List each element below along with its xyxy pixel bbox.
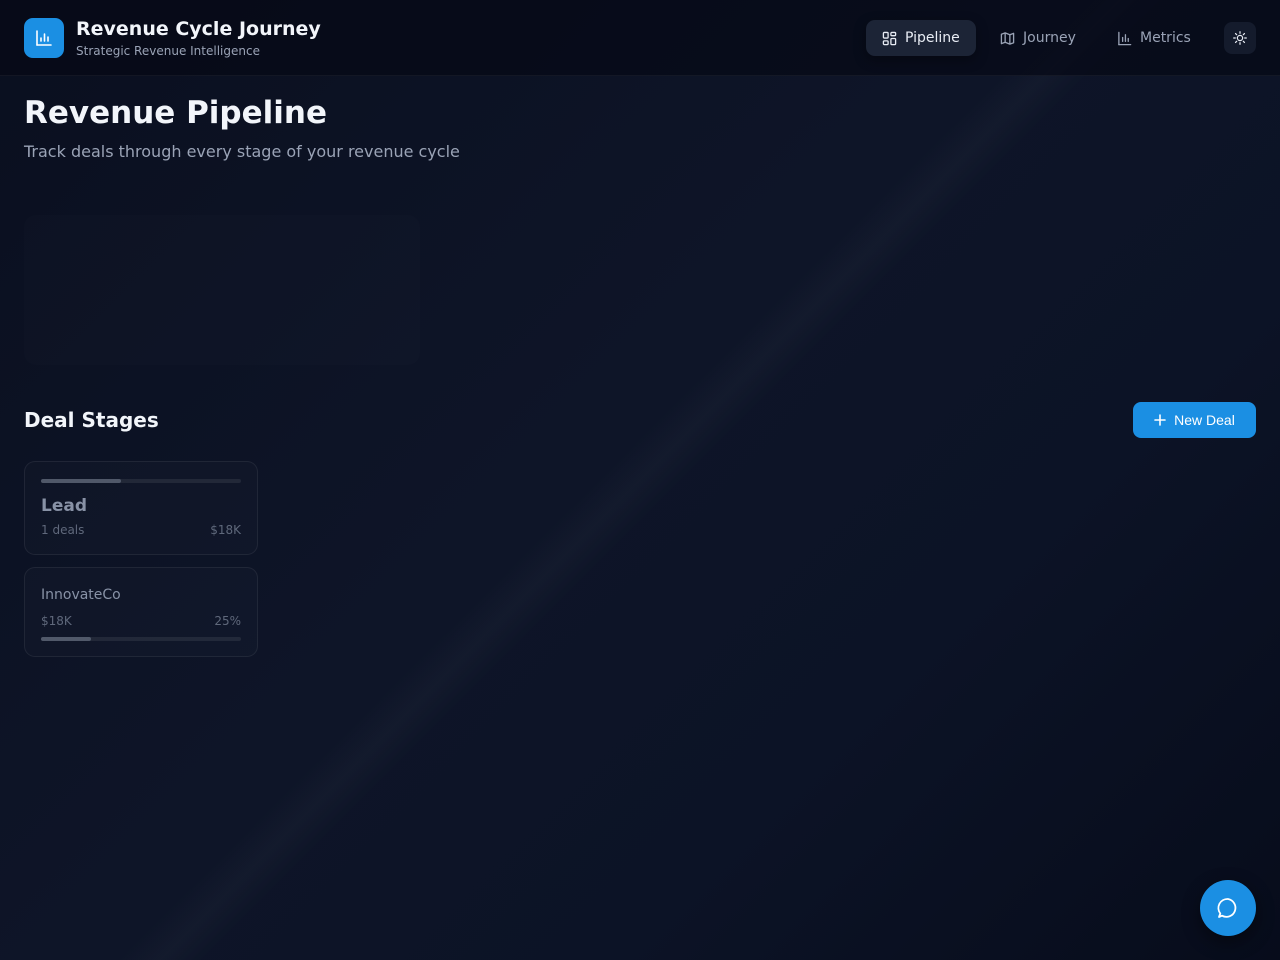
deal-progress-fill [41, 637, 91, 641]
stage-card-lead[interactable]: Lead 1 deals $18K [24, 461, 258, 555]
nav-metrics-label: Metrics [1140, 30, 1191, 46]
page-subtitle: Track deals through every stage of your … [24, 142, 460, 161]
bar-chart-icon [36, 30, 52, 46]
nav-journey[interactable]: Journey [984, 20, 1092, 56]
grid-icon [882, 31, 897, 45]
nav-metrics[interactable]: Metrics [1101, 20, 1207, 56]
nav-journey-label: Journey [1023, 30, 1076, 46]
stage-progress-bar [41, 479, 241, 483]
plus-icon [1154, 414, 1166, 426]
nav-pipeline[interactable]: Pipeline [866, 20, 976, 56]
stage-deal-count: 1 deals [41, 523, 85, 537]
app-subtitle: Strategic Revenue Intelligence [76, 44, 260, 58]
app-logo [24, 18, 64, 58]
chat-bubble-icon [1217, 898, 1237, 918]
map-icon [1000, 31, 1015, 45]
deal-name: InnovateCo [41, 587, 121, 603]
deal-stages-title: Deal Stages [24, 408, 159, 432]
nav-pipeline-label: Pipeline [905, 30, 960, 46]
stage-progress-fill [41, 479, 121, 483]
deal-value: $18K [41, 614, 72, 628]
deal-probability: 25% [214, 614, 241, 628]
deal-card-innovateco[interactable]: InnovateCo $18K 25% [24, 567, 258, 657]
chat-button[interactable] [1200, 880, 1256, 936]
bar-chart-icon [1118, 31, 1132, 45]
deal-progress-bar [41, 637, 241, 641]
app-title: Revenue Cycle Journey [76, 18, 321, 40]
new-deal-label: New Deal [1174, 412, 1235, 428]
new-deal-button[interactable]: New Deal [1133, 402, 1256, 438]
sun-icon [1233, 31, 1247, 45]
stage-name: Lead [41, 496, 88, 516]
page-title: Revenue Pipeline [24, 95, 327, 131]
stage-value: $18K [210, 523, 241, 537]
top-header: Revenue Cycle Journey Strategic Revenue … [0, 0, 1280, 76]
theme-toggle-button[interactable] [1224, 22, 1256, 54]
summary-panel-placeholder [24, 215, 420, 365]
